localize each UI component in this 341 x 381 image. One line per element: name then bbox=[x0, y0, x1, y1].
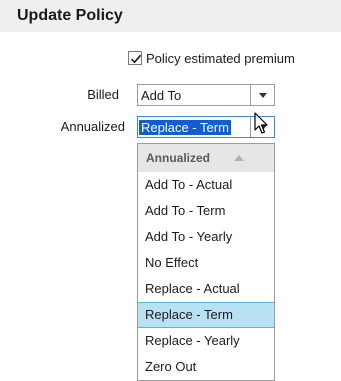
dropdown-item-no-effect[interactable]: No Effect bbox=[138, 250, 274, 276]
policy-estimated-premium-label: Policy estimated premium bbox=[146, 50, 295, 66]
caret-up-icon bbox=[234, 155, 244, 161]
dropdown-item-add-to-yearly[interactable]: Add To - Yearly bbox=[138, 224, 274, 250]
dropdown-item-replace-term[interactable]: Replace - Term bbox=[138, 302, 274, 328]
dropdown-item-replace-yearly[interactable]: Replace - Yearly bbox=[138, 328, 274, 354]
dropdown-item-add-to-actual[interactable]: Add To - Actual bbox=[138, 172, 274, 198]
panel-header: Update Policy bbox=[0, 0, 341, 32]
caret-down-icon bbox=[259, 93, 267, 98]
billed-label: Billed bbox=[87, 87, 119, 102]
dropdown-group-header-label: Annualized bbox=[146, 151, 211, 165]
checkmark-icon bbox=[130, 54, 142, 64]
annualized-value: Replace - Term bbox=[139, 120, 231, 135]
dropdown-item-add-to-term[interactable]: Add To - Term bbox=[138, 198, 274, 224]
annualized-dropdown-list[interactable]: Annualized Add To - Actual Add To - Term… bbox=[137, 143, 275, 381]
billed-value: Add To bbox=[141, 88, 182, 103]
panel-title: Update Policy bbox=[17, 7, 123, 24]
policy-estimated-premium-checkbox[interactable] bbox=[128, 51, 142, 65]
dropdown-item-replace-actual[interactable]: Replace - Actual bbox=[138, 276, 274, 302]
policy-estimated-premium-option[interactable]: Policy estimated premium bbox=[128, 48, 295, 68]
billed-select[interactable]: Add To bbox=[137, 84, 275, 106]
dropdown-group-header: Annualized bbox=[138, 144, 274, 172]
dropdown-item-zero-out[interactable]: Zero Out bbox=[138, 354, 274, 380]
mouse-pointer-icon bbox=[254, 112, 268, 134]
billed-dropdown-button[interactable] bbox=[250, 85, 274, 105]
annualized-label: Annualized bbox=[60, 119, 125, 134]
